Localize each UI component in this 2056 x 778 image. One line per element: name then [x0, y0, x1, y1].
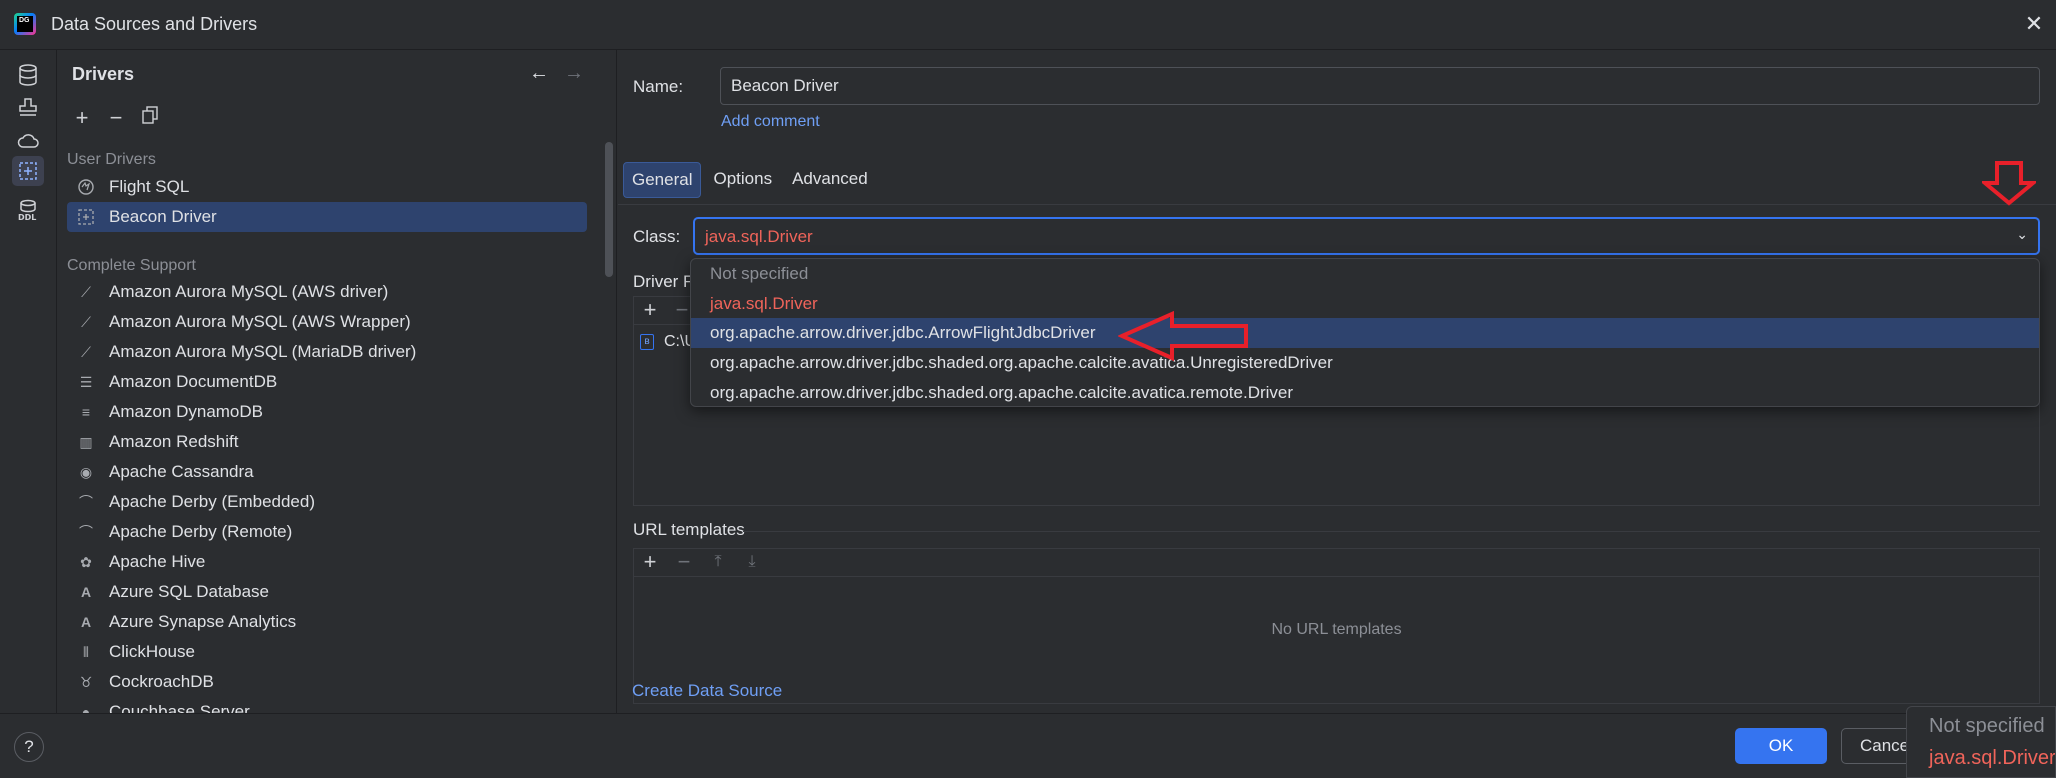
driver-file-row[interactable]: ʙ C:\U — [640, 333, 696, 351]
driver-item-azure-sql[interactable]: A Azure SQL Database — [67, 577, 587, 607]
driver-item-clickhouse[interactable]: ⦀ ClickHouse — [67, 637, 587, 667]
ddl-icon[interactable]: DDL — [12, 195, 44, 225]
clickhouse-icon: ⦀ — [82, 643, 90, 660]
dropdown-option-unregistered-driver[interactable]: org.apache.arrow.driver.jdbc.shaded.org.… — [691, 348, 2039, 378]
scrollbar[interactable] — [605, 142, 613, 277]
add-icon[interactable]: + — [638, 298, 662, 322]
dynamodb-icon: ≡ — [81, 404, 91, 420]
driver-item-aurora-wrapper[interactable]: ⟋ Amazon Aurora MySQL (AWS Wrapper) — [67, 307, 587, 337]
chevron-down-icon: ⌄ — [2016, 226, 2028, 242]
add-comment-link[interactable]: Add comment — [721, 113, 820, 131]
cockroachdb-icon: ♉ — [79, 673, 93, 690]
driver-item-hive[interactable]: ✿ Apache Hive — [67, 547, 587, 577]
group-header-user-drivers: User Drivers — [67, 151, 156, 168]
url-templates-label: URL templates — [633, 520, 745, 539]
jar-file-icon: ʙ — [640, 334, 654, 350]
hive-icon: ✿ — [80, 553, 92, 570]
derby-hat-icon: ⌒ — [79, 524, 93, 540]
panel-title: Drivers — [72, 64, 135, 84]
svg-text:DDL: DDL — [18, 213, 36, 221]
category-icon-bar: DDL — [0, 50, 57, 713]
duplicate-icon[interactable] — [137, 106, 163, 132]
driver-item-redshift[interactable]: ▥ Amazon Redshift — [67, 427, 587, 457]
drivers-icon[interactable] — [12, 156, 44, 186]
flight-sql-icon — [75, 176, 97, 198]
url-templates-list: + − ⤒ ⤓ No URL templates — [633, 548, 2040, 704]
driver-item-documentdb[interactable]: ☰ Amazon DocumentDB — [67, 367, 587, 397]
forward-arrow-icon[interactable]: → — [562, 62, 586, 86]
tab-options[interactable]: Options — [705, 162, 780, 198]
dialog-footer: ? OK Cancel — [0, 713, 2056, 778]
driver-item-dynamodb[interactable]: ≡ Amazon DynamoDB — [67, 397, 587, 427]
drivers-panel: Drivers ← → + − User Drivers Flight SQL … — [57, 50, 617, 713]
cloud-icon[interactable] — [12, 126, 44, 156]
dropdown-option-remote-driver[interactable]: org.apache.arrow.driver.jdbc.shaded.org.… — [691, 378, 2039, 406]
stray-option-java-sql-driver: java.sql.Driver — [1929, 747, 2056, 769]
azure-icon: A — [80, 584, 92, 600]
name-input[interactable]: Beacon Driver — [720, 67, 2040, 105]
driver-item-aurora-aws[interactable]: ⟋ Amazon Aurora MySQL (AWS driver) — [67, 277, 587, 307]
data-sources-icon[interactable] — [12, 60, 44, 90]
redshift-icon: ▥ — [79, 433, 93, 450]
title-bar: DG Data Sources and Drivers ✕ — [0, 0, 2056, 50]
back-arrow-icon[interactable]: ← — [527, 62, 551, 86]
driver-item-derby-remote[interactable]: ⌒ Apache Derby (Remote) — [67, 517, 587, 547]
stray-dropdown-fragment: Not specified java.sql.Driver — [1906, 706, 2056, 778]
class-label: Class: — [633, 227, 681, 246]
tab-advanced[interactable]: Advanced — [784, 162, 876, 198]
close-icon[interactable]: ✕ — [2022, 12, 2046, 36]
annotation-arrow-down-icon — [1979, 160, 2039, 211]
aurora-icon: ⟋ — [81, 283, 91, 300]
driver-item-aurora-mariadb[interactable]: ⟋ Amazon Aurora MySQL (MariaDB driver) — [67, 337, 587, 367]
class-dropdown-popup: Not specified java.sql.Driver org.apache… — [690, 258, 2040, 407]
class-combobox[interactable]: java.sql.Driver ⌄ — [693, 217, 2040, 255]
driver-item-couchbase[interactable]: ● Couchbase Server — [67, 697, 587, 713]
driver-item-flight-sql[interactable]: Flight SQL — [67, 172, 587, 202]
tab-bar: General Options Advanced — [623, 162, 876, 198]
dropdown-option-java-sql-driver[interactable]: java.sql.Driver — [691, 289, 2039, 319]
help-button[interactable]: ? — [14, 732, 44, 762]
dropdown-option-arrow-flight-jdbc[interactable]: org.apache.arrow.driver.jdbc.ArrowFlight… — [691, 318, 2039, 348]
url-templates-toolbar: + − ⤒ ⤓ — [634, 549, 2039, 577]
empty-state-text: No URL templates — [1271, 621, 1402, 638]
class-combobox-value: java.sql.Driver — [705, 227, 813, 246]
driver-item-beacon-driver[interactable]: Beacon Driver — [67, 202, 587, 232]
couchbase-icon: ● — [81, 704, 91, 713]
tab-divider — [618, 204, 2056, 205]
stray-option-not-specified: Not specified — [1929, 715, 2045, 737]
documentdb-icon: ☰ — [79, 373, 93, 390]
add-icon[interactable]: + — [69, 106, 95, 132]
driver-item-azure-synapse[interactable]: A Azure Synapse Analytics — [67, 607, 587, 637]
stamp-icon[interactable] — [12, 93, 44, 123]
create-data-source-link[interactable]: Create Data Source — [632, 681, 782, 701]
url-templates-divider — [743, 531, 2040, 532]
move-up-icon[interactable]: ⤒ — [706, 550, 730, 574]
driver-item-cassandra[interactable]: ◉ Apache Cassandra — [67, 457, 587, 487]
dropdown-option-not-specified[interactable]: Not specified — [691, 259, 2039, 289]
datagrip-logo-icon: DG — [14, 13, 36, 35]
tab-general[interactable]: General — [623, 162, 702, 198]
window-title: Data Sources and Drivers — [51, 14, 258, 34]
derby-hat-icon: ⌒ — [79, 494, 93, 510]
annotation-arrow-left-icon — [1117, 310, 1252, 367]
driver-icon — [75, 206, 97, 228]
remove-icon[interactable]: − — [103, 106, 129, 132]
driver-files-label: Driver F — [633, 272, 694, 291]
aurora-icon: ⟋ — [81, 343, 91, 360]
add-icon[interactable]: + — [638, 550, 662, 574]
driver-item-cockroachdb[interactable]: ♉ CockroachDB — [67, 667, 587, 697]
group-header-complete-support: Complete Support — [67, 257, 196, 274]
move-down-icon[interactable]: ⤓ — [740, 550, 764, 574]
remove-icon[interactable]: − — [672, 550, 696, 574]
azure-icon: A — [80, 614, 92, 630]
aurora-icon: ⟋ — [81, 313, 91, 330]
name-label: Name: — [633, 77, 684, 96]
ok-button[interactable]: OK — [1735, 728, 1827, 764]
cassandra-icon: ◉ — [79, 463, 93, 480]
driver-item-derby-embedded[interactable]: ⌒ Apache Derby (Embedded) — [67, 487, 587, 517]
